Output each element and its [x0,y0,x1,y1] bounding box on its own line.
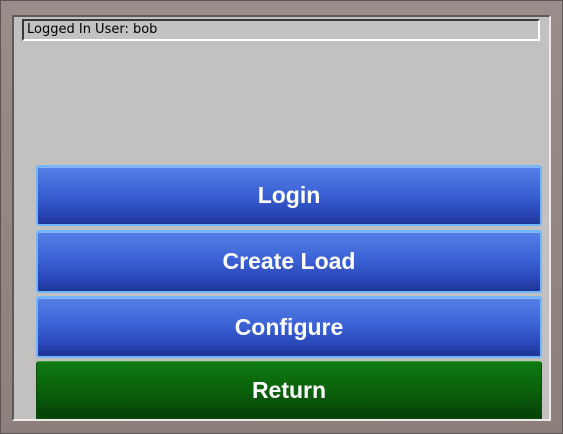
return-button[interactable]: Return [36,361,542,419]
create-load-button-label: Create Load [222,248,356,274]
configure-button[interactable]: Configure [36,296,542,358]
configure-button-label: Configure [234,314,344,340]
login-button-label: Login [257,182,321,208]
device-frame: Logged In User: bob Login Create Load Co… [0,0,563,434]
create-load-button[interactable]: Create Load [36,230,542,293]
logged-in-user-status: Logged In User: bob [22,19,540,41]
login-button[interactable]: Login [36,165,542,226]
return-button-label: Return [251,377,327,403]
